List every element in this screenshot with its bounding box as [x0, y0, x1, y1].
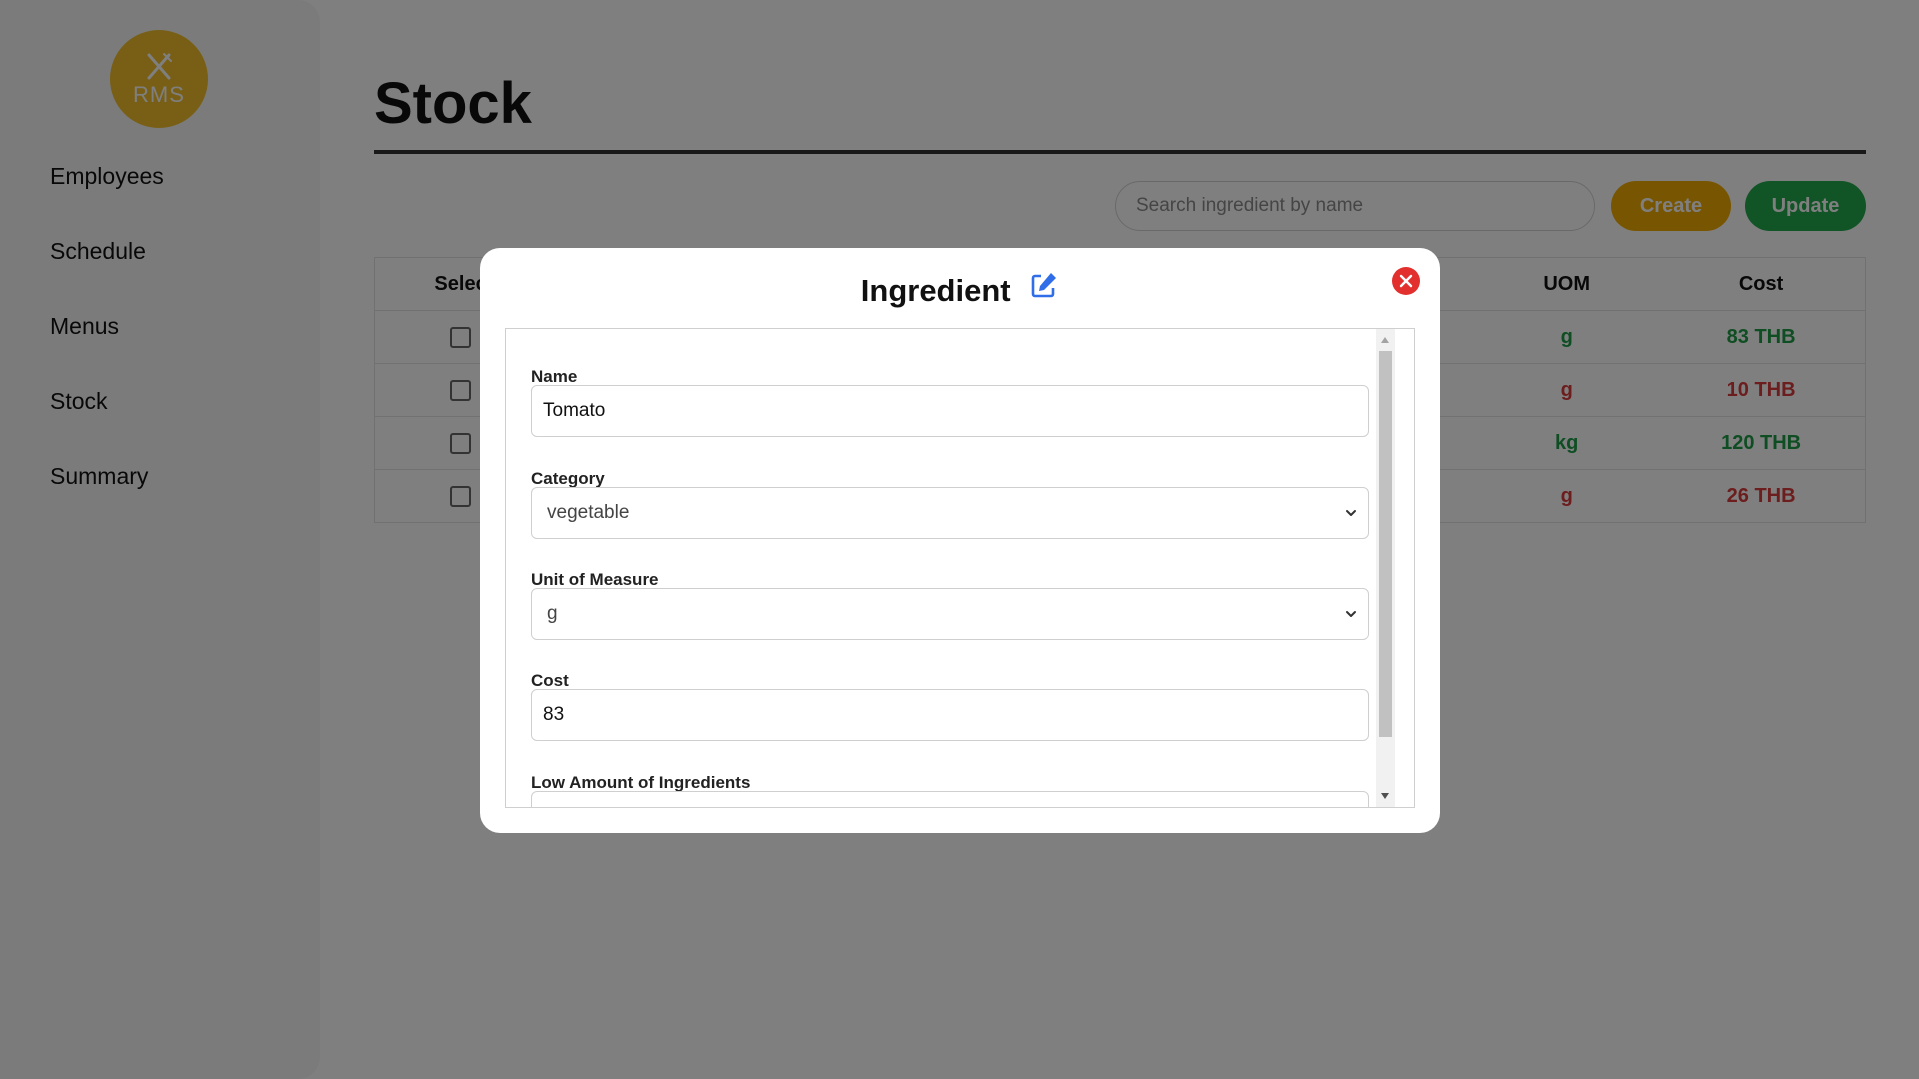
ingredient-form[interactable]: Name Tomato Category vegetable Unit of M…: [505, 328, 1415, 808]
edit-icon: [1029, 270, 1059, 308]
cost-value: 83: [543, 704, 565, 725]
ingredient-modal: Ingredient Name Tomato Category vegetabl…: [480, 248, 1440, 833]
category-select[interactable]: vegetable: [531, 487, 1369, 539]
scrollbar-thumb[interactable]: [1379, 351, 1392, 737]
low-amount-label: Low Amount of Ingredients: [531, 773, 751, 792]
category-label: Category: [531, 469, 605, 488]
close-icon: [1399, 274, 1413, 288]
name-value: Tomato: [543, 400, 606, 421]
cost-label: Cost: [531, 671, 569, 690]
name-label: Name: [531, 367, 578, 386]
cost-input[interactable]: 83: [531, 689, 1369, 741]
uom-select[interactable]: g: [531, 588, 1369, 640]
modal-title-text: Ingredient: [860, 273, 1011, 308]
chevron-down-icon: [1346, 611, 1356, 617]
category-value: vegetable: [547, 502, 630, 523]
app-root: RMS Employees Schedule Menus Stock Summa…: [0, 0, 1919, 1079]
close-button[interactable]: [1392, 267, 1420, 295]
uom-label: Unit of Measure: [531, 570, 659, 589]
form-scrollbar[interactable]: [1376, 329, 1395, 807]
scroll-up-icon[interactable]: [1381, 337, 1389, 343]
name-input[interactable]: Tomato: [531, 385, 1369, 437]
modal-title: Ingredient: [480, 270, 1440, 309]
uom-value: g: [547, 603, 558, 624]
low-amount-input[interactable]: [531, 791, 1369, 807]
scroll-down-icon[interactable]: [1381, 793, 1389, 799]
chevron-down-icon: [1346, 510, 1356, 516]
